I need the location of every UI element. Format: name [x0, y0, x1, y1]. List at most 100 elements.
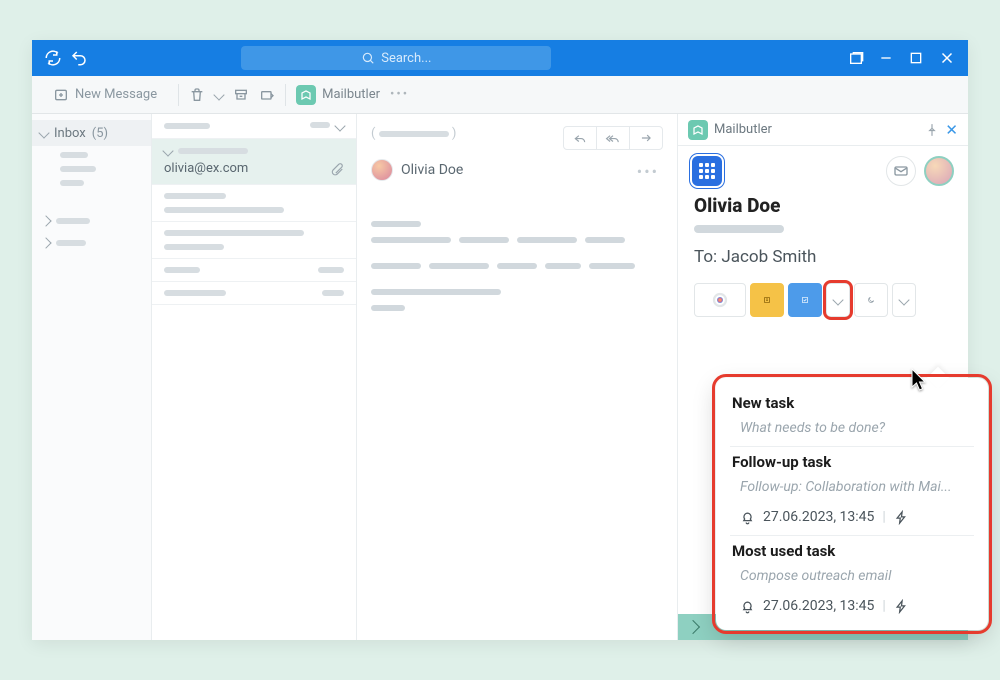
notes-button[interactable] — [750, 283, 784, 317]
more-icon[interactable]: ••• — [390, 87, 409, 102]
snooze-button[interactable] — [854, 283, 888, 317]
list-item-selected[interactable]: olivia@ex.com — [152, 139, 356, 185]
mailbutler-logo-icon — [688, 120, 708, 140]
bolt-icon — [894, 510, 909, 525]
tasks-dropdown-popover: New task What needs to be done? Follow-u… — [716, 378, 988, 630]
body-text-placeholder — [371, 221, 421, 227]
body-text-placeholder — [497, 263, 537, 269]
apps-grid-button[interactable] — [692, 156, 722, 186]
to-name: Jacob Smith — [721, 247, 816, 267]
placeholder — [318, 267, 344, 273]
list-item[interactable] — [152, 114, 356, 139]
body-text-placeholder — [517, 237, 577, 243]
trash-icon[interactable] — [189, 87, 205, 103]
tracking-button[interactable] — [694, 283, 746, 317]
close-panel-icon[interactable]: ✕ — [945, 121, 958, 139]
chevron-down-icon — [832, 294, 843, 305]
outlook-window: Search... New Message — [32, 40, 968, 640]
followup-date: 27.06.2023, 13:45 — [763, 509, 874, 525]
followup-task-meta[interactable]: 27.06.2023, 13:45 | — [730, 505, 974, 535]
followup-task-desc[interactable]: Follow-up: Collaboration with Mai... — [730, 477, 974, 505]
move-icon[interactable] — [259, 87, 275, 103]
chevron-down-icon — [898, 294, 909, 305]
folder-placeholder — [60, 152, 88, 158]
placeholder — [164, 230, 304, 236]
most-used-task-meta[interactable]: 27.06.2023, 13:45 | — [730, 594, 974, 624]
reading-pane: ••• ( ) Olivia Doe — [357, 114, 678, 640]
message-action-bar — [563, 126, 663, 150]
most-used-task-desc[interactable]: Compose outreach email — [730, 566, 974, 594]
popover-most-used-title: Most used task — [730, 536, 974, 566]
side-panel-header: Mailbutler ✕ — [678, 114, 968, 146]
separator — [285, 84, 286, 106]
folder-inbox-count: (5) — [92, 126, 108, 141]
feature-buttons-row — [678, 267, 968, 317]
most-used-date: 27.06.2023, 13:45 — [763, 598, 874, 614]
avatar — [371, 159, 393, 181]
popover-followup-title: Follow-up task — [730, 447, 974, 477]
folder-placeholder — [60, 166, 96, 172]
search-placeholder: Search... — [381, 51, 431, 66]
side-panel-title: Mailbutler — [714, 122, 772, 137]
pin-icon[interactable] — [925, 123, 939, 137]
popover-new-task-title: New task — [730, 388, 974, 418]
body-text-placeholder — [585, 237, 625, 243]
message-contact-name: Olivia Doe — [401, 162, 463, 178]
contact-name: Olivia Doe — [694, 194, 952, 217]
new-message-label: New Message — [75, 87, 157, 102]
body-text-placeholder — [429, 263, 489, 269]
folder-pane: Inbox (5) — [32, 114, 152, 640]
to-label: To: — [694, 247, 717, 267]
attachment-icon — [330, 162, 344, 176]
chevron-right-icon — [40, 215, 51, 226]
contact-subtitle-placeholder — [694, 225, 784, 233]
message-list-pane: olivia@ex.com — [152, 114, 357, 640]
list-item[interactable] — [152, 282, 356, 305]
body-text-placeholder — [545, 263, 581, 269]
titlebar: Search... — [32, 40, 968, 76]
search-input[interactable]: Search... — [241, 46, 551, 70]
recipient-line: To: Jacob Smith — [678, 233, 968, 267]
folder-inbox[interactable]: Inbox (5) — [32, 120, 151, 146]
placeholder — [164, 193, 226, 199]
mail-icon[interactable] — [886, 156, 916, 186]
tasks-dropdown-button[interactable] — [826, 283, 850, 317]
new-message-button[interactable]: New Message — [42, 82, 168, 108]
reply-icon[interactable] — [564, 127, 597, 149]
list-item[interactable] — [152, 259, 356, 282]
archive-icon[interactable] — [233, 87, 249, 103]
more-icon[interactable]: ••• — [637, 162, 659, 181]
chevron-down-icon — [38, 127, 49, 138]
close-icon[interactable] — [938, 49, 956, 67]
list-item[interactable] — [152, 185, 356, 222]
reply-all-icon[interactable] — [597, 127, 630, 149]
folder-inbox-label: Inbox — [54, 126, 86, 141]
window-restore-icon[interactable] — [848, 49, 864, 67]
maximize-icon[interactable] — [908, 49, 924, 67]
bolt-icon — [894, 599, 909, 614]
body-text-placeholder — [371, 263, 421, 269]
new-task-input[interactable]: What needs to be done? — [730, 418, 974, 446]
body-text-placeholder — [371, 237, 451, 243]
snooze-dropdown-button[interactable] — [892, 283, 916, 317]
body-text-placeholder — [371, 305, 405, 311]
tasks-button[interactable] — [788, 283, 822, 317]
body-text-placeholder — [371, 289, 501, 295]
undo-icon[interactable] — [70, 49, 88, 67]
chevron-right-icon[interactable] — [686, 620, 700, 634]
chevron-down-icon[interactable] — [215, 91, 223, 99]
folder-placeholder — [56, 240, 86, 246]
bell-icon — [740, 510, 755, 525]
mailbutler-ribbon-button[interactable]: Mailbutler — [296, 85, 380, 105]
folder-collapsed[interactable] — [42, 232, 151, 254]
separator — [178, 84, 179, 106]
placeholder — [164, 267, 200, 273]
folder-collapsed[interactable] — [42, 210, 151, 232]
list-item[interactable] — [152, 222, 356, 259]
bell-icon — [740, 599, 755, 614]
minimize-icon[interactable] — [878, 49, 894, 67]
sync-icon[interactable] — [44, 49, 62, 67]
forward-icon[interactable] — [630, 127, 662, 149]
mailbutler-logo-icon — [296, 85, 316, 105]
avatar[interactable] — [924, 156, 954, 186]
